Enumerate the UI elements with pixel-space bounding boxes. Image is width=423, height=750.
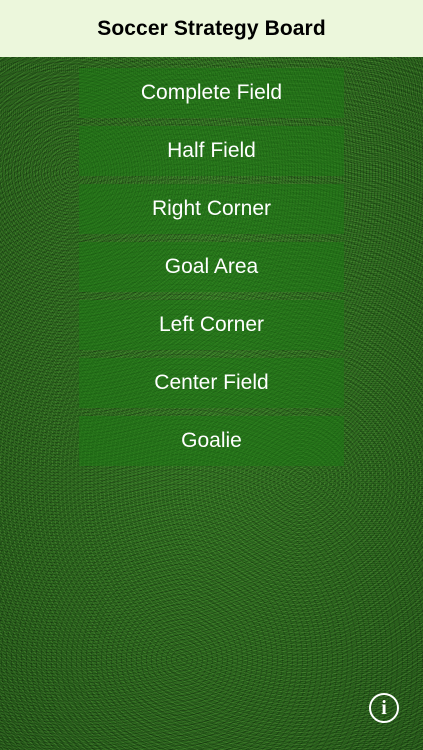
goalie-button[interactable]: Goalie [79, 416, 344, 466]
right-corner-button[interactable]: Right Corner [79, 184, 344, 234]
half-field-button[interactable]: Half Field [79, 126, 344, 176]
complete-field-button[interactable]: Complete Field [79, 68, 344, 118]
info-icon[interactable]: i [369, 693, 399, 723]
info-glyph: i [381, 697, 387, 719]
left-corner-button[interactable]: Left Corner [79, 300, 344, 350]
page-title: Soccer Strategy Board [97, 16, 326, 40]
center-field-button[interactable]: Center Field [79, 358, 344, 408]
goal-area-button[interactable]: Goal Area [79, 242, 344, 292]
navigation-bar: Soccer Strategy Board [0, 0, 423, 57]
field-menu: Complete Field Half Field Right Corner G… [79, 68, 344, 474]
